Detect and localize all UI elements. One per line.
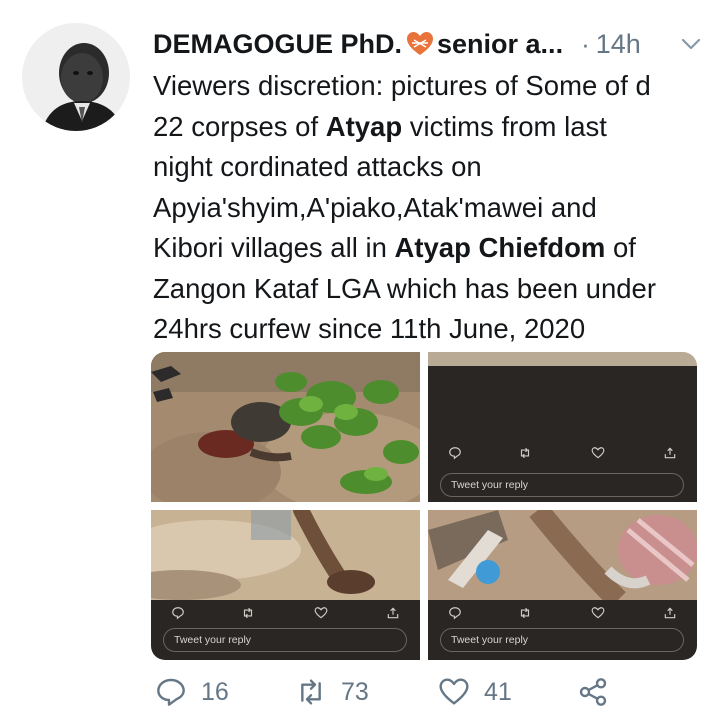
chevron-down-icon[interactable] [679, 32, 703, 56]
tweet-actions: 16 73 41 [153, 676, 633, 716]
separator-dot: · [581, 28, 590, 59]
tweet-text-segment: Kibori villages all in [153, 232, 395, 263]
like-button[interactable]: 41 [438, 676, 512, 708]
embedded-reply-icon [172, 607, 184, 620]
avatar-portrait [22, 23, 130, 131]
tweet-text-segment: Apyia'shyim,A'piako,Atak'mawei and [153, 191, 597, 223]
embedded-panel-3: Tweet your reply [151, 600, 420, 660]
tweet-text-line: night cordinated attacks on [153, 147, 713, 188]
retweet-icon [301, 679, 321, 705]
embedded-actions-4 [428, 606, 697, 624]
tweet-text-line: Zangon Kataf LGA which has been under [153, 269, 713, 310]
retweet-count: 73 [341, 677, 369, 706]
share-icon [579, 678, 607, 706]
tweet-text: Viewers discretion: pictures of Some of … [153, 66, 713, 350]
like-icon [439, 678, 469, 705]
embedded-share-icon [664, 607, 676, 619]
embedded-retweet-icon [520, 607, 530, 619]
embedded-reply-box-4: Tweet your reply [440, 628, 684, 652]
name-suffix[interactable]: senior a... [437, 29, 563, 60]
photo-3-image [151, 510, 420, 600]
tweet-text-segment: of [605, 232, 636, 263]
tweet-text-line: Apyia'shyim,A'piako,Atak'mawei and [153, 188, 713, 229]
embedded-like-icon [314, 607, 328, 619]
tweet-timestamp[interactable]: 14h [596, 29, 641, 60]
tweet-text-line: 22 corpses of Atyap victims from last [153, 107, 713, 148]
embedded-share-icon [387, 607, 399, 619]
reply-button[interactable]: 16 [155, 676, 229, 708]
tweet-text-segment: Viewers discretion: pictures of Some of … [153, 70, 651, 101]
embedded-retweet-icon [520, 447, 530, 459]
embedded-share-icon [664, 447, 676, 459]
retweet-button[interactable]: 73 [295, 676, 369, 708]
tweet-text-segment: 24hrs curfew since 11th June, 2020 [153, 313, 586, 344]
heart-emoji-icon [407, 32, 434, 55]
reply-count: 16 [201, 677, 229, 706]
embedded-panel-4: Tweet your reply [428, 600, 697, 660]
tweet-text-bold: Atyap [325, 110, 403, 142]
embedded-actions-3 [151, 606, 420, 624]
photo-4-image [428, 510, 697, 600]
tweet-text-segment: 22 corpses of [153, 110, 326, 142]
tweet-text-bold: Atyap Chiefdom [394, 232, 606, 263]
tweet-text-line: 24hrs curfew since 11th June, 2020 [153, 309, 713, 350]
tweet-text-line: Kibori villages all in Atyap Chiefdom of [153, 228, 713, 269]
avatar[interactable] [22, 23, 130, 131]
embedded-like-icon [591, 447, 605, 459]
embedded-reply-icon [449, 447, 461, 460]
tweet-text-segment: victims from last [402, 110, 607, 142]
reply-icon [157, 678, 185, 706]
embedded-actions-2 [428, 446, 697, 464]
media-photo-3[interactable]: Tweet your reply [151, 510, 420, 660]
photo-2-strip [428, 352, 697, 366]
media-photo-4[interactable]: Tweet your reply [428, 510, 697, 660]
media-grid: Tweet your reply Tweet your reply Tweet … [151, 352, 697, 660]
like-count: 41 [484, 677, 512, 706]
embedded-like-icon [591, 607, 605, 619]
tweet-text-segment: Zangon Kataf LGA which has been under [153, 272, 656, 304]
tweet-text-segment: night cordinated attacks on [153, 151, 482, 182]
tweet-text-line: Viewers discretion: pictures of Some of … [153, 66, 713, 107]
photo-1-image [151, 352, 420, 502]
embedded-reply-box-2: Tweet your reply [440, 473, 684, 497]
display-name[interactable]: DEMAGOGUE PhD. [153, 29, 402, 60]
media-photo-2[interactable]: Tweet your reply [428, 352, 697, 502]
embedded-retweet-icon [243, 607, 253, 619]
embedded-reply-box-3: Tweet your reply [163, 628, 407, 652]
media-photo-1[interactable] [151, 352, 420, 502]
embedded-reply-icon [449, 607, 461, 620]
share-button[interactable] [577, 676, 609, 708]
embedded-panel-2: Tweet your reply [428, 366, 697, 502]
tweet-header: DEMAGOGUE PhD. senior a... · 14h [153, 26, 703, 62]
